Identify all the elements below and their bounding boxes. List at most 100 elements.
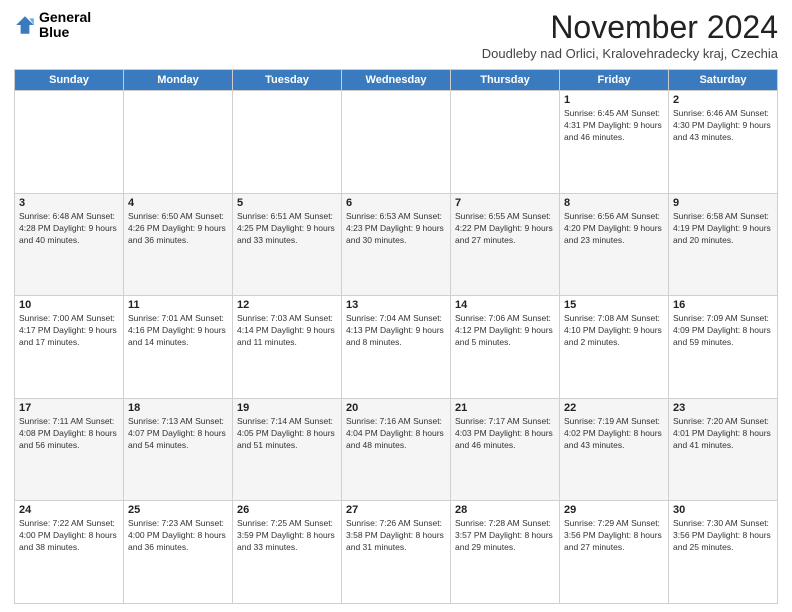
day-number-16: 16 — [673, 299, 773, 311]
cell-w3-d6: 15 Sunrise: 7:08 AM Sunset: 4:10 PM Dayli… — [560, 296, 669, 399]
week-row-1: 1 Sunrise: 6:45 AM Sunset: 4:31 PM Daylig… — [15, 91, 778, 194]
day-info-17: Sunrise: 7:11 AM Sunset: 4:08 PM Dayligh… — [19, 416, 119, 452]
day-number-19: 19 — [237, 402, 337, 414]
week-row-5: 24 Sunrise: 7:22 AM Sunset: 4:00 PM Dayli… — [15, 501, 778, 604]
cell-w1-d2 — [124, 91, 233, 194]
calendar-table: Sunday Monday Tuesday Wednesday Thursday… — [14, 69, 778, 604]
day-info-29: Sunrise: 7:29 AM Sunset: 3:56 PM Dayligh… — [564, 518, 664, 554]
day-number-10: 10 — [19, 299, 119, 311]
day-info-2: Sunrise: 6:46 AM Sunset: 4:30 PM Dayligh… — [673, 108, 773, 144]
cell-w3-d3: 12 Sunrise: 7:03 AM Sunset: 4:14 PM Dayli… — [233, 296, 342, 399]
cell-w3-d2: 11Sunrise: 7:01 AM Sunset: 4:16 PM Dayli… — [124, 296, 233, 399]
day-info-28: Sunrise: 7:28 AM Sunset: 3:57 PM Dayligh… — [455, 518, 555, 554]
day-number-3: 3 — [19, 197, 119, 209]
day-info-26: Sunrise: 7:25 AM Sunset: 3:59 PM Dayligh… — [237, 518, 337, 554]
title-block: November 2024 Doudleby nad Orlici, Kralo… — [482, 10, 778, 61]
logo-line1: General — [39, 10, 91, 25]
day-info-5: Sunrise: 6:51 AM Sunset: 4:25 PM Dayligh… — [237, 211, 337, 247]
day-number-26: 26 — [237, 504, 337, 516]
page: General Blue November 2024 Doudleby nad … — [0, 0, 792, 612]
header-wednesday: Wednesday — [342, 70, 451, 91]
cell-w5-d1: 24 Sunrise: 7:22 AM Sunset: 4:00 PM Dayli… — [15, 501, 124, 604]
day-info-14: Sunrise: 7:06 AM Sunset: 4:12 PM Dayligh… — [455, 313, 555, 349]
cell-w3-d5: 14Sunrise: 7:06 AM Sunset: 4:12 PM Dayli… — [451, 296, 560, 399]
cell-w1-d6: 1 Sunrise: 6:45 AM Sunset: 4:31 PM Daylig… — [560, 91, 669, 194]
day-number-30: 30 — [673, 504, 773, 516]
cell-w1-d4 — [342, 91, 451, 194]
day-info-23: Sunrise: 7:20 AM Sunset: 4:01 PM Dayligh… — [673, 416, 773, 452]
day-number-22: 22 — [564, 402, 664, 414]
day-info-27: Sunrise: 7:26 AM Sunset: 3:58 PM Dayligh… — [346, 518, 446, 554]
day-number-20: 20 — [346, 402, 446, 414]
cell-w4-d6: 22 Sunrise: 7:19 AM Sunset: 4:02 PM Dayli… — [560, 398, 669, 501]
day-info-15: Sunrise: 7:08 AM Sunset: 4:10 PM Dayligh… — [564, 313, 664, 349]
day-info-3: Sunrise: 6:48 AM Sunset: 4:28 PM Dayligh… — [19, 211, 119, 247]
cell-w3-d7: 16 Sunrise: 7:09 AM Sunset: 4:09 PM Dayli… — [669, 296, 778, 399]
day-info-11: Sunrise: 7:01 AM Sunset: 4:16 PM Dayligh… — [128, 313, 228, 349]
day-info-19: Sunrise: 7:14 AM Sunset: 4:05 PM Dayligh… — [237, 416, 337, 452]
day-number-5: 5 — [237, 197, 337, 209]
cell-w3-d4: 13 Sunrise: 7:04 AM Sunset: 4:13 PM Dayli… — [342, 296, 451, 399]
cell-w4-d2: 18Sunrise: 7:13 AM Sunset: 4:07 PM Dayli… — [124, 398, 233, 501]
day-number-23: 23 — [673, 402, 773, 414]
logo-icon — [14, 14, 36, 36]
header-saturday: Saturday — [669, 70, 778, 91]
day-info-8: Sunrise: 6:56 AM Sunset: 4:20 PM Dayligh… — [564, 211, 664, 247]
header-row: Sunday Monday Tuesday Wednesday Thursday… — [15, 70, 778, 91]
day-info-12: Sunrise: 7:03 AM Sunset: 4:14 PM Dayligh… — [237, 313, 337, 349]
day-number-24: 24 — [19, 504, 119, 516]
cell-w1-d5 — [451, 91, 560, 194]
header: General Blue November 2024 Doudleby nad … — [14, 10, 778, 61]
day-number-17: 17 — [19, 402, 119, 414]
logo-line2: Blue — [39, 25, 91, 40]
logo: General Blue — [14, 10, 91, 41]
week-row-3: 10 Sunrise: 7:00 AM Sunset: 4:17 PM Dayli… — [15, 296, 778, 399]
day-number-1: 1 — [564, 94, 664, 106]
cell-w4-d5: 21Sunrise: 7:17 AM Sunset: 4:03 PM Dayli… — [451, 398, 560, 501]
day-number-9: 9 — [673, 197, 773, 209]
cell-w1-d7: 2 Sunrise: 6:46 AM Sunset: 4:30 PM Daylig… — [669, 91, 778, 194]
cell-w4-d4: 20 Sunrise: 7:16 AM Sunset: 4:04 PM Dayli… — [342, 398, 451, 501]
cell-w2-d4: 6 Sunrise: 6:53 AM Sunset: 4:23 PM Daylig… — [342, 193, 451, 296]
cell-w5-d5: 28 Sunrise: 7:28 AM Sunset: 3:57 PM Dayli… — [451, 501, 560, 604]
day-info-16: Sunrise: 7:09 AM Sunset: 4:09 PM Dayligh… — [673, 313, 773, 349]
header-sunday: Sunday — [15, 70, 124, 91]
day-info-20: Sunrise: 7:16 AM Sunset: 4:04 PM Dayligh… — [346, 416, 446, 452]
cell-w4-d3: 19 Sunrise: 7:14 AM Sunset: 4:05 PM Dayli… — [233, 398, 342, 501]
day-info-7: Sunrise: 6:55 AM Sunset: 4:22 PM Dayligh… — [455, 211, 555, 247]
day-info-13: Sunrise: 7:04 AM Sunset: 4:13 PM Dayligh… — [346, 313, 446, 349]
header-thursday: Thursday — [451, 70, 560, 91]
day-info-18: Sunrise: 7:13 AM Sunset: 4:07 PM Dayligh… — [128, 416, 228, 452]
day-info-6: Sunrise: 6:53 AM Sunset: 4:23 PM Dayligh… — [346, 211, 446, 247]
day-number-13: 13 — [346, 299, 446, 311]
cell-w2-d2: 4Sunrise: 6:50 AM Sunset: 4:26 PM Daylig… — [124, 193, 233, 296]
header-tuesday: Tuesday — [233, 70, 342, 91]
calendar: Sunday Monday Tuesday Wednesday Thursday… — [14, 69, 778, 604]
day-number-12: 12 — [237, 299, 337, 311]
day-info-24: Sunrise: 7:22 AM Sunset: 4:00 PM Dayligh… — [19, 518, 119, 554]
day-number-29: 29 — [564, 504, 664, 516]
cell-w5-d6: 29 Sunrise: 7:29 AM Sunset: 3:56 PM Dayli… — [560, 501, 669, 604]
day-number-6: 6 — [346, 197, 446, 209]
week-row-4: 17 Sunrise: 7:11 AM Sunset: 4:08 PM Dayli… — [15, 398, 778, 501]
day-info-21: Sunrise: 7:17 AM Sunset: 4:03 PM Dayligh… — [455, 416, 555, 452]
cell-w1-d1 — [15, 91, 124, 194]
cell-w2-d5: 7Sunrise: 6:55 AM Sunset: 4:22 PM Daylig… — [451, 193, 560, 296]
day-number-2: 2 — [673, 94, 773, 106]
day-number-27: 27 — [346, 504, 446, 516]
day-info-1: Sunrise: 6:45 AM Sunset: 4:31 PM Dayligh… — [564, 108, 664, 144]
cell-w5-d7: 30 Sunrise: 7:30 AM Sunset: 3:56 PM Dayli… — [669, 501, 778, 604]
cell-w2-d3: 5 Sunrise: 6:51 AM Sunset: 4:25 PM Daylig… — [233, 193, 342, 296]
cell-w2-d6: 8Sunrise: 6:56 AM Sunset: 4:20 PM Daylig… — [560, 193, 669, 296]
cell-w2-d7: 9 Sunrise: 6:58 AM Sunset: 4:19 PM Daylig… — [669, 193, 778, 296]
day-info-22: Sunrise: 7:19 AM Sunset: 4:02 PM Dayligh… — [564, 416, 664, 452]
day-info-9: Sunrise: 6:58 AM Sunset: 4:19 PM Dayligh… — [673, 211, 773, 247]
cell-w3-d1: 10 Sunrise: 7:00 AM Sunset: 4:17 PM Dayli… — [15, 296, 124, 399]
cell-w4-d7: 23 Sunrise: 7:20 AM Sunset: 4:01 PM Dayli… — [669, 398, 778, 501]
subtitle: Doudleby nad Orlici, Kralovehradecky kra… — [482, 46, 778, 61]
day-info-10: Sunrise: 7:00 AM Sunset: 4:17 PM Dayligh… — [19, 313, 119, 349]
day-number-15: 15 — [564, 299, 664, 311]
header-friday: Friday — [560, 70, 669, 91]
day-info-30: Sunrise: 7:30 AM Sunset: 3:56 PM Dayligh… — [673, 518, 773, 554]
day-number-28: 28 — [455, 504, 555, 516]
